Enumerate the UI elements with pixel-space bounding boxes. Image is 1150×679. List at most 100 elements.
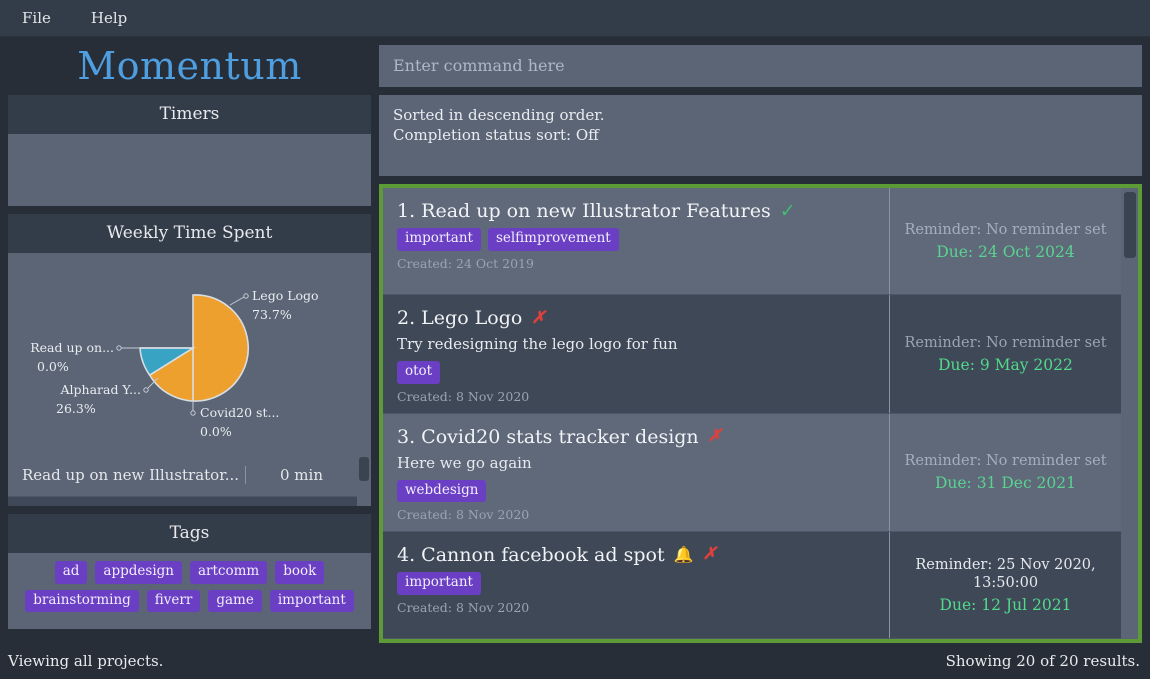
tag-chip[interactable]: game: [208, 589, 262, 613]
task-row[interactable]: 1. Read up on new Illustrator Features ✓…: [383, 188, 1121, 296]
cross-icon: ✗: [707, 426, 722, 447]
task-main: 4. Cannon facebook ad spot 🔔 ✗ important…: [383, 531, 890, 638]
task-title-row: 2. Lego Logo ✗: [397, 307, 875, 329]
task-title: 4. Cannon facebook ad spot: [397, 543, 665, 566]
task-list-container: 1. Read up on new Illustrator Features ✓…: [379, 184, 1142, 643]
task-tag-chip[interactable]: otot: [397, 361, 441, 384]
table-row[interactable]: Lego Logo 48 hr: [8, 497, 357, 506]
menu-item-help[interactable]: Help: [87, 7, 131, 29]
task-tag-chip[interactable]: important: [397, 571, 481, 595]
task-reminder: Reminder: 25 Nov 2020, 13:50:00: [915, 556, 1096, 591]
pie-chart-svg: Lego Logo 73.7% Read up on... 0.0% Alpha…: [30, 288, 319, 439]
weekly-time-table: Read up on new Illustrator... 0 min Lego…: [8, 453, 371, 506]
tags-panel: Tags ad appdesign artcomm book brainstor…: [8, 514, 371, 629]
task-reminder: Reminder: No reminder set: [904, 222, 1107, 239]
task-tag-chip[interactable]: webdesign: [397, 479, 487, 503]
check-icon: ✓: [779, 199, 796, 222]
task-title: 1. Read up on new Illustrator Features: [397, 200, 771, 223]
task-created-date: Created: 24 Oct 2019: [397, 255, 534, 271]
task-due-date: Due: 12 Jul 2021: [939, 596, 1072, 615]
task-description: Here we go again: [397, 453, 532, 472]
table-row[interactable]: Read up on new Illustrator... 0 min: [8, 453, 357, 497]
status-bar: Viewing all projects. Showing 20 of 20 r…: [0, 643, 1150, 679]
app-shell: Momentum Timers Weekly Time Spent Lego L…: [0, 37, 1150, 643]
pie-slices: [139, 294, 250, 402]
tags-panel-title: Tags: [8, 514, 371, 553]
task-side: Reminder: No reminder set Due: 9 May 202…: [890, 295, 1121, 412]
weekly-time-scrollbar[interactable]: [357, 453, 371, 506]
task-tags: important selfimprovement: [397, 228, 875, 251]
task-title: 3. Covid20 stats tracker design: [397, 425, 699, 448]
timers-list[interactable]: [8, 134, 371, 206]
task-tag-chip[interactable]: important: [397, 228, 481, 251]
task-side: Reminder: No reminder set Due: 24 Oct 20…: [890, 188, 1121, 294]
sidebar: Momentum Timers Weekly Time Spent Lego L…: [0, 37, 379, 643]
task-due-date: Due: 31 Dec 2021: [934, 474, 1077, 493]
task-side: Reminder: No reminder set Due: 31 Dec 20…: [890, 414, 1121, 531]
task-tags: important: [397, 571, 875, 595]
tags-list: ad appdesign artcomm book brainstorming …: [8, 553, 371, 629]
task-due-date: Due: 24 Oct 2024: [936, 243, 1075, 262]
pie-value-covid20: 0.0%: [200, 424, 232, 439]
weekly-time-table-body: Read up on new Illustrator... 0 min Lego…: [8, 453, 357, 506]
pie-label-alpharad: Alpharad Y...: [60, 382, 142, 397]
scrollbar-thumb[interactable]: [359, 457, 369, 481]
task-created-date: Created: 8 Nov 2020: [397, 388, 530, 404]
tag-chip[interactable]: brainstorming: [25, 589, 139, 613]
pie-value-alpharad: 26.3%: [56, 401, 96, 416]
tag-chip[interactable]: fiverr: [146, 589, 201, 613]
tag-chip[interactable]: ad: [54, 561, 88, 584]
task-main: 3. Covid20 stats tracker design ✗ Here w…: [383, 413, 890, 531]
weekly-time-pie-chart: Lego Logo 73.7% Read up on... 0.0% Alpha…: [8, 253, 371, 453]
task-created-date: Created: 8 Nov 2020: [397, 599, 530, 615]
cross-icon: ✗: [531, 307, 546, 328]
tag-chip[interactable]: appdesign: [95, 561, 182, 584]
status-bar-left-text: Viewing all projects.: [8, 652, 164, 670]
task-main: 1. Read up on new Illustrator Features ✓…: [383, 188, 890, 295]
status-line-sort-order: Sorted in descending order.: [393, 105, 605, 124]
task-row[interactable]: 3. Covid20 stats tracker design ✗ Here w…: [383, 413, 1121, 532]
pie-label-lego-logo: Lego Logo: [252, 288, 319, 303]
status-bar-right-text: Showing 20 of 20 results.: [945, 652, 1140, 670]
scrollbar-thumb[interactable]: [1124, 192, 1136, 259]
timers-panel: Timers: [8, 95, 371, 206]
pie-label-read-up-on: Read up on...: [30, 340, 114, 355]
task-reminder: Reminder: No reminder set: [904, 453, 1107, 470]
task-main: 2. Lego Logo ✗ Try redesigning the lego …: [383, 295, 890, 413]
pie-label-covid20: Covid20 st...: [200, 405, 279, 420]
time-row-value: 0 min: [245, 465, 357, 484]
task-tags: otot: [397, 361, 875, 384]
pie-value-lego-logo: 73.7%: [252, 307, 292, 322]
weekly-time-panel-title: Weekly Time Spent: [8, 214, 371, 253]
task-row[interactable]: 2. Lego Logo ✗ Try redesigning the lego …: [383, 295, 1121, 414]
task-list: 1. Read up on new Illustrator Features ✓…: [383, 188, 1121, 639]
app-title: Momentum: [77, 44, 302, 88]
pie-value-read-up-on: 0.0%: [37, 359, 69, 374]
menu-bar: File Help: [0, 0, 1150, 37]
task-description: Try redesigning the lego logo for fun: [397, 335, 678, 354]
task-tag-chip[interactable]: selfimprovement: [487, 228, 619, 251]
task-created-date: Created: 8 Nov 2020: [397, 507, 530, 523]
task-title-row: 1. Read up on new Illustrator Features ✓: [397, 200, 875, 222]
task-reminder: Reminder: No reminder set: [904, 335, 1107, 351]
task-row[interactable]: 4. Cannon facebook ad spot 🔔 ✗ important…: [383, 531, 1121, 639]
task-title-row: 3. Covid20 stats tracker design ✗: [397, 426, 875, 448]
timers-panel-title: Timers: [8, 95, 371, 134]
tag-chip[interactable]: book: [275, 561, 325, 584]
task-tags: webdesign: [397, 479, 875, 503]
command-input[interactable]: [379, 45, 1142, 87]
cross-icon: ✗: [702, 544, 717, 565]
task-title-row: 4. Cannon facebook ad spot 🔔 ✗: [397, 544, 875, 566]
status-line-completion-sort: Completion status sort: Off: [393, 126, 599, 145]
weekly-time-panel: Weekly Time Spent Lego Logo 73.7% Read u…: [8, 214, 371, 506]
status-message-panel: Sorted in descending order. Completion s…: [379, 94, 1142, 177]
task-side: Reminder: 25 Nov 2020, 13:50:00 Due: 12 …: [890, 532, 1121, 638]
main-area: Sorted in descending order. Completion s…: [379, 37, 1150, 643]
time-row-name: Read up on new Illustrator...: [22, 465, 240, 484]
bell-icon: 🔔: [673, 544, 694, 564]
task-title: 2. Lego Logo: [397, 307, 523, 330]
tag-chip[interactable]: artcomm: [189, 561, 268, 584]
tag-chip[interactable]: important: [269, 589, 354, 613]
task-list-scrollbar[interactable]: [1121, 188, 1138, 639]
menu-item-file[interactable]: File: [18, 7, 55, 29]
